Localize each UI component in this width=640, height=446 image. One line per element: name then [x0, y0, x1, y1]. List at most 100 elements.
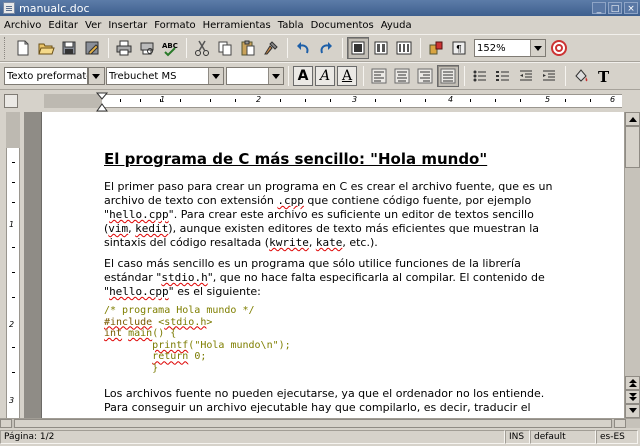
- title-bar[interactable]: manualc.doc _ □ ×: [0, 0, 640, 16]
- bold-button[interactable]: A: [293, 66, 313, 86]
- format-painter-icon[interactable]: [260, 37, 282, 59]
- font-size-dropdown-arrow[interactable]: [268, 68, 283, 84]
- scroll-left-button[interactable]: [0, 419, 12, 428]
- scroll-thumb[interactable]: [625, 126, 640, 168]
- print-icon[interactable]: [113, 37, 135, 59]
- align-left-icon[interactable]: [368, 65, 390, 87]
- ruler-corner[interactable]: [4, 94, 18, 108]
- close-button[interactable]: ×: [624, 2, 638, 14]
- ruler-label: 5: [545, 95, 551, 104]
- font-combo[interactable]: Trebuchet MS: [106, 67, 224, 85]
- menu-archivo[interactable]: Archivo: [4, 20, 41, 31]
- paragraph-line: El caso más sencillo es un programa que …: [104, 257, 521, 270]
- open-folder-icon[interactable]: [35, 37, 57, 59]
- text-tool-icon[interactable]: T: [593, 65, 615, 87]
- decrease-indent-icon[interactable]: [515, 65, 537, 87]
- zoom-value: 152%: [477, 42, 506, 54]
- page-view-icon[interactable]: [370, 37, 392, 59]
- ruler-top-margin: [6, 112, 20, 148]
- horizontal-ruler[interactable]: 1 2 3 4 5 6: [0, 90, 640, 112]
- scroll-thumb[interactable]: [14, 419, 612, 428]
- new-document-icon[interactable]: [12, 37, 34, 59]
- align-center-icon[interactable]: [391, 65, 413, 87]
- ruler-label: 2: [9, 320, 15, 329]
- svg-text:T: T: [598, 68, 610, 85]
- vertical-scrollbar[interactable]: [624, 112, 640, 418]
- toolbar-separator: [420, 38, 421, 58]
- zoom-combo[interactable]: 152%: [474, 39, 546, 57]
- toolbar-separator: [464, 66, 465, 86]
- language-indicator[interactable]: es-ES: [596, 430, 638, 444]
- ruler-label: 2: [256, 95, 262, 104]
- ruler-strip: [44, 94, 622, 108]
- paragraph-line: archivo de texto con extensión .cpp que …: [104, 194, 532, 207]
- redo-icon[interactable]: [315, 37, 337, 59]
- menu-herramientas[interactable]: Herramientas: [203, 20, 271, 31]
- edit-icon[interactable]: [81, 37, 103, 59]
- insert-image-icon[interactable]: ¶: [448, 37, 470, 59]
- font-size-combo[interactable]: [226, 67, 284, 85]
- scroll-down-button[interactable]: [625, 404, 640, 418]
- menu-tabla[interactable]: Tabla: [278, 20, 304, 31]
- horizontal-scrollbar[interactable]: [0, 418, 640, 428]
- toolbar-separator: [108, 38, 109, 58]
- minimize-button[interactable]: _: [592, 2, 606, 14]
- print-preview-icon[interactable]: [136, 37, 158, 59]
- scroll-right-button[interactable]: [614, 419, 626, 428]
- code-line: }: [104, 363, 159, 374]
- bullet-list-icon[interactable]: [469, 65, 491, 87]
- menu-editar[interactable]: Editar: [48, 20, 78, 31]
- paragraph-line: estándar "stdio.h", que no hace falta es…: [104, 271, 545, 284]
- scroll-up-button[interactable]: [625, 112, 640, 126]
- toolbar-separator: [186, 38, 187, 58]
- copy-icon[interactable]: [214, 37, 236, 59]
- indent-marker-icon[interactable]: [96, 92, 108, 112]
- format-toolbar: Texto preformatea Trebuchet MS A A A T: [0, 62, 640, 90]
- spellcheck-icon[interactable]: ABC: [159, 37, 181, 59]
- menu-documentos[interactable]: Documentos: [311, 20, 374, 31]
- toolbar-separator: [288, 66, 289, 86]
- help-icon[interactable]: [548, 37, 570, 59]
- window-title: manualc.doc: [19, 1, 90, 15]
- italic-button[interactable]: A: [315, 66, 335, 86]
- vertical-ruler[interactable]: 1 2 3: [0, 112, 24, 418]
- normal-view-icon[interactable]: [347, 37, 369, 59]
- style-combo[interactable]: Texto preformatea: [4, 67, 88, 85]
- ruler-label: 3: [9, 396, 15, 405]
- style-dropdown[interactable]: [88, 67, 105, 85]
- document-page[interactable]: El programa de C más sencillo: "Hola mun…: [41, 112, 624, 418]
- paste-icon[interactable]: [237, 37, 259, 59]
- toolbar-grip[interactable]: [4, 37, 8, 59]
- ruler-label: 1: [9, 220, 15, 229]
- underline-button[interactable]: A: [337, 66, 357, 86]
- toolbar-separator: [363, 66, 364, 86]
- save-icon[interactable]: [58, 37, 80, 59]
- style-dropdown-arrow[interactable]: [89, 68, 104, 84]
- numbered-list-icon[interactable]: [492, 65, 514, 87]
- menu-formato[interactable]: Formato: [154, 20, 195, 31]
- increase-indent-icon[interactable]: [538, 65, 560, 87]
- toolbar-separator: [342, 38, 343, 58]
- toolbar-separator: [565, 66, 566, 86]
- fill-color-icon[interactable]: [570, 65, 592, 87]
- next-page-button[interactable]: [625, 390, 640, 404]
- cut-icon[interactable]: [191, 37, 213, 59]
- paragraph-line: Para conseguir un archivo ejecutable hay…: [104, 401, 531, 414]
- zoom-dropdown-arrow[interactable]: [530, 40, 545, 56]
- application-window: manualc.doc _ □ × Archivo Editar Ver Ins…: [0, 0, 640, 446]
- align-justify-icon[interactable]: [437, 65, 459, 87]
- insert-mode[interactable]: INS: [505, 430, 530, 444]
- menu-ayuda[interactable]: Ayuda: [381, 20, 412, 31]
- menu-insertar[interactable]: Insertar: [108, 20, 147, 31]
- maximize-button[interactable]: □: [608, 2, 622, 14]
- ruler-label: 3: [352, 95, 358, 104]
- font-dropdown-arrow[interactable]: [208, 68, 223, 84]
- insert-object-icon[interactable]: [425, 37, 447, 59]
- document-area[interactable]: El programa de C más sencillo: "Hola mun…: [24, 112, 624, 418]
- previous-page-button[interactable]: [625, 376, 640, 390]
- columns-icon[interactable]: [393, 37, 415, 59]
- ruler-label: 6: [610, 95, 616, 104]
- align-right-icon[interactable]: [414, 65, 436, 87]
- menu-ver[interactable]: Ver: [85, 20, 101, 31]
- undo-icon[interactable]: [292, 37, 314, 59]
